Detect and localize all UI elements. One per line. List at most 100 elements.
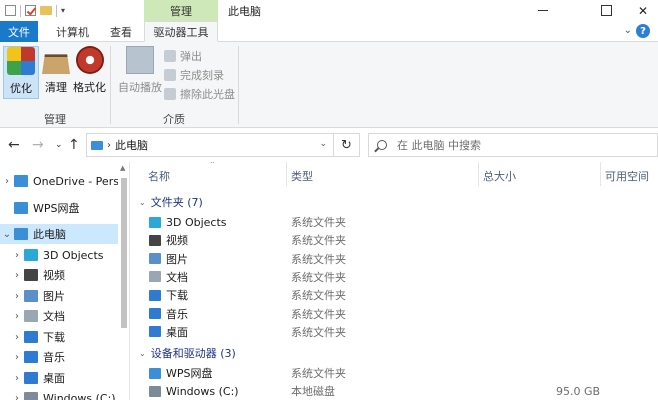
erase-disc-button[interactable]: 擦除此光盘	[164, 86, 235, 102]
nav-item-icon	[24, 331, 38, 343]
tab-computer[interactable]: 计算机	[45, 21, 100, 42]
app-icon[interactable]	[5, 5, 16, 16]
address-bar[interactable]: › 此电脑 ⌄	[86, 133, 334, 157]
file-type: 系统文件夹	[291, 252, 346, 266]
autoplay-icon	[126, 46, 154, 74]
tab-file[interactable]: 文件	[0, 21, 38, 42]
file-row[interactable]: WPS网盘 系统文件夹	[131, 364, 658, 382]
group-collapse-icon[interactable]: ⌄	[139, 349, 146, 358]
nav-item[interactable]: WPS网盘	[0, 198, 118, 218]
autoplay-button[interactable]: 自动播放	[118, 46, 162, 95]
file-row[interactable]: 音乐 系统文件夹	[131, 305, 658, 323]
nav-scroll-thumb[interactable]	[121, 178, 127, 328]
expand-chevron-icon[interactable]: ›	[10, 373, 24, 384]
up-arrow-icon[interactable]: ↑	[68, 137, 80, 153]
nav-item[interactable]: › OneDrive - Persc	[0, 171, 118, 191]
nav-item-label: 桌面	[43, 372, 65, 385]
group-divider	[110, 46, 111, 124]
eject-button[interactable]: 弹出	[164, 48, 235, 64]
properties-icon[interactable]	[25, 5, 36, 16]
column-divider[interactable]	[600, 162, 601, 186]
scroll-up-icon[interactable]: ▲	[120, 164, 125, 172]
expand-chevron-icon[interactable]: ›	[10, 250, 24, 261]
close-button[interactable]: ✕	[620, 0, 658, 21]
file-name: 桌面	[166, 325, 188, 339]
column-type[interactable]: 类型	[291, 168, 313, 184]
group-header[interactable]: ⌄ 文件夹 (7)	[139, 194, 203, 210]
expand-chevron-icon[interactable]: ›	[10, 393, 24, 400]
address-dropdown-icon[interactable]: ⌄	[319, 139, 327, 149]
expand-chevron-icon[interactable]: ⌄	[0, 229, 14, 240]
refresh-button[interactable]: ↻	[334, 133, 360, 157]
nav-item-icon	[14, 175, 28, 187]
recent-dropdown-icon[interactable]: ⌄	[55, 140, 63, 150]
optimize-button[interactable]: 优化	[3, 46, 39, 99]
finish-burning-button[interactable]: 完成刻录	[164, 67, 235, 83]
new-folder-icon[interactable]	[40, 6, 52, 15]
expand-chevron-icon[interactable]: ›	[0, 176, 14, 187]
format-label: 格式化	[73, 81, 106, 94]
file-row[interactable]: 文档 系统文件夹	[131, 268, 658, 286]
column-total-size[interactable]: 总大小	[483, 168, 516, 184]
column-name[interactable]: 名称	[148, 168, 170, 184]
file-name: Windows (C:)	[166, 384, 239, 398]
nav-item[interactable]: › 音乐	[0, 347, 118, 367]
nav-item[interactable]: › 桌面	[0, 368, 118, 388]
file-row[interactable]: 图片 系统文件夹	[131, 250, 658, 268]
file-type: 系统文件夹	[291, 216, 346, 229]
group-collapse-icon[interactable]: ⌄	[139, 198, 146, 207]
qat-dropdown-icon[interactable]: ▾	[61, 6, 65, 15]
tab-view[interactable]: 查看	[100, 21, 142, 42]
ribbon-collapse-icon[interactable]: ⌄	[624, 25, 632, 36]
forward-arrow-icon[interactable]: →	[32, 137, 44, 153]
expand-chevron-icon[interactable]: ›	[10, 270, 24, 281]
expand-chevron-icon[interactable]: ›	[10, 291, 24, 302]
expand-chevron-icon[interactable]: ›	[10, 352, 24, 363]
breadcrumb-this-pc[interactable]: 此电脑	[115, 137, 148, 153]
nav-item[interactable]: › 视频	[0, 265, 118, 285]
group-header[interactable]: ⌄ 设备和驱动器 (3)	[139, 345, 236, 361]
column-free-space[interactable]: 可用空间	[605, 168, 649, 184]
file-row[interactable]: 3D Objects 系统文件夹	[131, 213, 658, 231]
manage-group-label: 管理	[44, 113, 66, 126]
back-arrow-icon[interactable]: ←	[8, 137, 20, 153]
file-row[interactable]: 桌面 系统文件夹	[131, 323, 658, 341]
cleanup-button[interactable]: 清理	[42, 46, 70, 95]
breadcrumb-separator-icon[interactable]: ›	[107, 140, 111, 151]
file-name-cell: Windows (C:)	[149, 385, 239, 398]
search-box[interactable]: 在 此电脑 中搜索	[368, 133, 658, 157]
file-total-size: 95.0 GB	[556, 384, 601, 398]
window-title: 此电脑	[228, 4, 261, 18]
nav-item[interactable]: ⌄ 此电脑	[0, 224, 118, 244]
media-small-buttons: 弹出 完成刻录 擦除此光盘	[164, 48, 235, 102]
eject-label: 弹出	[180, 50, 202, 63]
nav-item-icon	[24, 249, 38, 261]
content-pane: ⌃ 名称 类型 总大小 可用空间 ⌄ 文件夹 (7) 3D Objects 系统文件夹…	[131, 162, 658, 400]
expand-chevron-icon[interactable]: ›	[10, 332, 24, 343]
nav-scrollbar[interactable]: ▲	[118, 162, 130, 400]
nav-item[interactable]: › 图片	[0, 286, 118, 306]
file-name-cell: 音乐	[149, 306, 188, 322]
minimize-button[interactable]	[520, 0, 566, 21]
erase-disc-icon	[164, 88, 176, 100]
context-tab-group-label: 管理	[144, 0, 218, 21]
nav-item[interactable]: › Windows (C:)	[0, 388, 118, 400]
tab-drive-tools[interactable]: 驱动器工具	[144, 21, 218, 42]
format-button[interactable]: 格式化	[73, 46, 106, 95]
expand-chevron-icon[interactable]: ›	[10, 311, 24, 322]
file-row[interactable]: 视频 系统文件夹	[131, 231, 658, 249]
nav-item-icon	[24, 290, 38, 302]
column-divider[interactable]	[478, 162, 479, 186]
file-row[interactable]: 下载 系统文件夹	[131, 286, 658, 304]
nav-item[interactable]: › 下载	[0, 327, 118, 347]
nav-item[interactable]: › 文档	[0, 306, 118, 326]
nav-item-label: 音乐	[43, 351, 65, 364]
file-name: WPS网盘	[166, 367, 213, 381]
burn-icon	[164, 69, 176, 81]
nav-item[interactable]: › 3D Objects	[0, 245, 118, 265]
file-name: 图片	[166, 252, 188, 266]
file-row[interactable]: Windows (C:) 本地磁盘 95.0 GB	[131, 382, 658, 400]
help-icon[interactable]: ?	[636, 24, 650, 38]
nav-item-icon	[24, 372, 38, 384]
column-divider[interactable]	[286, 162, 287, 186]
